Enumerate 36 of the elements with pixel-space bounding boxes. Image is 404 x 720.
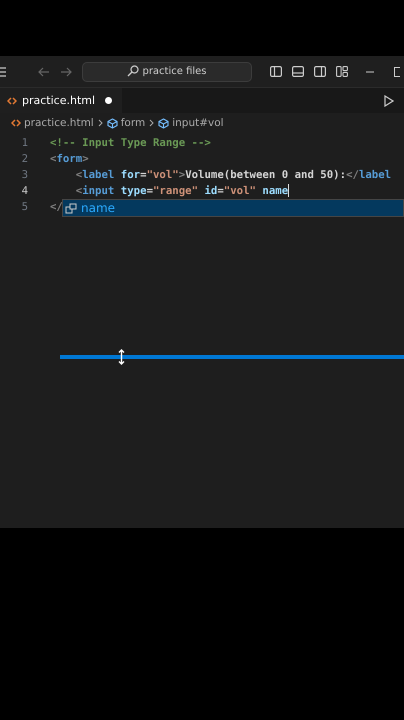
menu-icon[interactable] <box>0 66 6 76</box>
forward-arrow-icon[interactable] <box>60 66 72 76</box>
cube-icon[interactable] <box>158 118 170 128</box>
back-arrow-icon[interactable] <box>38 66 50 76</box>
code-line: </ <box>50 200 63 212</box>
chevron-icon[interactable] <box>98 119 103 127</box>
run-icon[interactable] <box>384 94 394 106</box>
search-field[interactable]: practice files <box>82 62 252 82</box>
minimize-icon[interactable] <box>366 70 374 72</box>
suggestion-item[interactable]: name <box>63 200 403 216</box>
code-line: <!-- Input Type Range --> <box>50 136 211 148</box>
search-icon[interactable] <box>127 64 140 76</box>
code-line: <label for="vol">Volume(between 0 and 50):</label <box>74 168 392 180</box>
breadcrumb-item[interactable]: form <box>106 117 146 129</box>
html-file-icon[interactable] <box>7 96 17 104</box>
html-file-icon[interactable] <box>11 119 21 127</box>
chevron-icon[interactable] <box>149 119 154 127</box>
panel-layout-icon[interactable] <box>292 66 304 77</box>
line-number: 3 <box>20 168 29 180</box>
code-line: <input type="range" id="vol" name <box>74 184 288 196</box>
breadcrumb-item[interactable]: practice.html <box>11 117 94 129</box>
editor-tab[interactable]: practice.html <box>0 88 122 113</box>
breadcrumb-item[interactable]: input#vol <box>158 117 224 129</box>
secondary-sidebar-icon[interactable] <box>314 66 326 77</box>
sidebar-layout-icon[interactable] <box>270 66 282 77</box>
restore-icon[interactable] <box>394 66 400 76</box>
resize-cursor-icon[interactable] <box>118 349 125 365</box>
text-cursor <box>288 184 290 196</box>
line-number: 4 <box>20 184 29 196</box>
line-number: 1 <box>20 136 29 148</box>
customize-layout-icon[interactable] <box>336 66 348 77</box>
line-number: 5 <box>20 200 29 212</box>
line-number: 2 <box>20 152 29 164</box>
property-icon[interactable] <box>65 202 77 214</box>
cube-icon[interactable] <box>106 118 118 128</box>
code-line: <form> <box>50 152 89 164</box>
